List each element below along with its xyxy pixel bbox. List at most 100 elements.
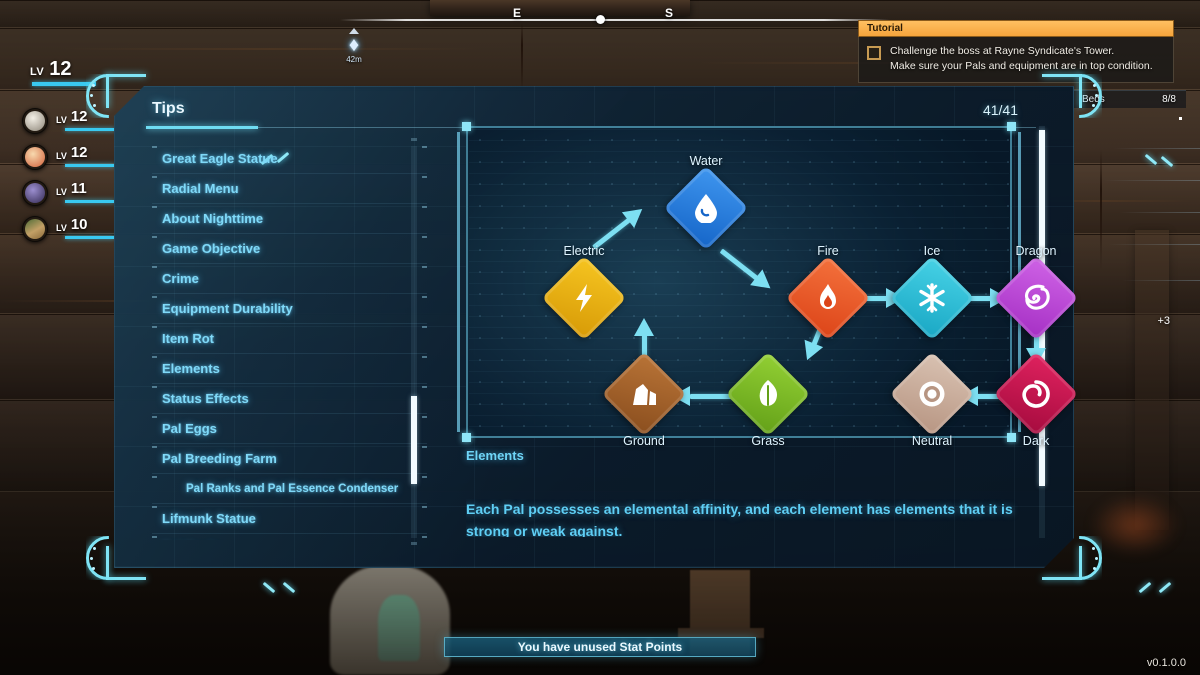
element-label-ground: Ground: [623, 434, 665, 448]
pal-level-value: 12: [70, 144, 88, 162]
tip-label: Game Objective: [162, 241, 261, 256]
tip-label: Radial Menu: [162, 181, 239, 196]
player-health-bar: [32, 82, 96, 86]
tutorial-checkbox[interactable]: [867, 46, 881, 60]
tip-list-item-pal-breeding-farm[interactable]: Pal Breeding Farm: [152, 444, 427, 474]
wood-grain: [60, 48, 480, 50]
player-level-label: LV: [30, 66, 45, 78]
tip-list-item-pal-ranks-condenser[interactable]: Pal Ranks and Pal Essence Condenser: [152, 474, 427, 504]
element-node-ground[interactable]: Ground: [601, 351, 687, 448]
tutorial-body: Challenge the boss at Rayne Syndicate's …: [858, 37, 1174, 84]
tip-list-item-elements[interactable]: Elements: [152, 354, 427, 384]
compass-line: [340, 19, 890, 21]
tab-active-underline: [146, 126, 258, 129]
element-label-dark: Dark: [1022, 434, 1050, 448]
tips-progress-count: 41/41: [982, 102, 1018, 118]
snowflake-icon: [902, 268, 962, 328]
version-label: v0.1.0.0: [1146, 657, 1186, 669]
flame-icon: [798, 268, 858, 328]
tip-detail-title: Elements: [466, 448, 524, 463]
diagram-corner-accent-bl: [462, 433, 471, 442]
tip-list-item-pal-souls[interactable]: Pal Souls: [152, 534, 427, 540]
element-node-electric[interactable]: Electric: [541, 244, 627, 341]
player-character-accent: [378, 595, 420, 661]
compass-direction-e: E: [513, 6, 522, 20]
list-scrollbar-cap-bottom: [411, 542, 417, 545]
beds-value: 8/8: [1162, 94, 1176, 105]
tip-label: Pal Breeding Farm: [162, 451, 277, 466]
spiral-icon: [1006, 364, 1066, 424]
tip-list-item-lifmunk-statue[interactable]: Lifmunk Statue: [152, 504, 427, 534]
tip-label: Pal Ranks and Pal Essence Condenser: [186, 482, 399, 495]
compass-direction-s: S: [665, 6, 674, 20]
element-node-water[interactable]: Water: [663, 154, 749, 251]
pal-avatar: [22, 144, 48, 170]
pal-health-bar: [65, 235, 115, 239]
hud-divider: [1120, 212, 1200, 213]
waypoint-marker-icon: ♦: [348, 34, 360, 56]
status-dot: [1179, 117, 1182, 120]
tip-list-item-crime[interactable]: Crime: [152, 264, 427, 294]
list-scrollbar-thumb[interactable]: [411, 396, 417, 484]
pal-level-label: LV: [56, 150, 67, 161]
pal-level-label: LV: [56, 114, 67, 125]
leaf-icon: [738, 364, 798, 424]
tip-list-item-equipment-durability[interactable]: Equipment Durability: [152, 294, 427, 324]
hud-divider: [1104, 180, 1200, 181]
element-node-neutral[interactable]: Neutral: [889, 351, 975, 448]
tip-list-item-pal-eggs[interactable]: Pal Eggs: [152, 414, 427, 444]
list-scrollbar-cap-top: [411, 138, 417, 141]
element-label-grass: Grass: [751, 434, 785, 448]
rock-icon: [614, 364, 674, 424]
tutorial-header: Tutorial: [858, 20, 1174, 37]
element-label-electric: Electric: [563, 244, 605, 258]
tips-list[interactable]: Great Eagle Statue Radial Menu About Nig…: [152, 144, 427, 540]
pal-level-value: 11: [70, 180, 87, 198]
lightning-bolt-icon: [554, 268, 614, 328]
tip-list-item-item-rot[interactable]: Item Rot: [152, 324, 427, 354]
pal-health-bar: [65, 163, 115, 167]
tutorial-objective-text: Challenge the boss at Rayne Syndicate's …: [890, 44, 1153, 74]
tip-list-item-status-effects[interactable]: Status Effects: [152, 384, 427, 414]
pal-level-value: 12: [70, 108, 88, 126]
status-notification: You have unused Stat Points: [444, 637, 756, 657]
tip-list-item-about-nighttime[interactable]: About Nighttime: [152, 204, 427, 234]
wood-crack: [521, 22, 523, 92]
tip-label: Status Effects: [162, 391, 249, 406]
element-node-grass[interactable]: Grass: [725, 351, 811, 448]
elements-relationship-diagram: Water Electric Fire Ice Dragon Ground Gr…: [457, 122, 1079, 448]
diagram-corner-accent-tl: [462, 122, 471, 131]
beds-label: Beds: [1082, 94, 1105, 105]
element-node-dragon[interactable]: Dragon: [993, 244, 1079, 341]
pal-level-label: LV: [56, 186, 67, 197]
tab-tips[interactable]: Tips: [152, 100, 185, 118]
tip-label: About Nighttime: [162, 211, 264, 226]
ambient-light-glow: [1090, 495, 1180, 555]
player-level: LV 12: [22, 58, 172, 80]
tips-menu-panel: Tips 41/41 Great Eagle Statue Radial Men…: [86, 74, 1174, 594]
tip-list-item-great-eagle-statue[interactable]: Great Eagle Statue: [152, 144, 427, 174]
hud-divider: [1108, 244, 1200, 245]
tip-label: Great Eagle Statue: [162, 151, 278, 166]
tip-list-item-radial-menu[interactable]: Radial Menu: [152, 174, 427, 204]
element-node-fire[interactable]: Fire: [785, 244, 871, 341]
element-label-water: Water: [689, 154, 723, 168]
tutorial-line-2: Make sure your Pals and equipment are in…: [890, 60, 1153, 73]
waypoint-distance: 42m: [346, 55, 362, 64]
element-node-dark[interactable]: Dark: [993, 351, 1079, 448]
status-notification-text: You have unused Stat Points: [517, 640, 683, 654]
player-level-value: 12: [49, 58, 72, 80]
tutorial-line-1: Challenge the boss at Rayne Syndicate's …: [890, 45, 1115, 57]
tip-label: Lifmunk Statue: [162, 511, 256, 526]
tip-list-item-game-objective[interactable]: Game Objective: [152, 234, 427, 264]
element-node-ice[interactable]: Ice: [889, 244, 975, 341]
water-droplet-icon: [676, 178, 736, 238]
pal-avatar: [22, 216, 48, 242]
wall-post: [1135, 230, 1169, 530]
element-label-dragon: Dragon: [1015, 244, 1057, 258]
tip-label: Pal Eggs: [162, 421, 217, 436]
pal-avatar: [22, 108, 48, 134]
waypoint-indicator: ♦ 42m: [334, 28, 374, 64]
tip-label: Elements: [162, 361, 220, 376]
tip-detail-body: Each Pal possesses an elemental affinity…: [466, 501, 1013, 537]
